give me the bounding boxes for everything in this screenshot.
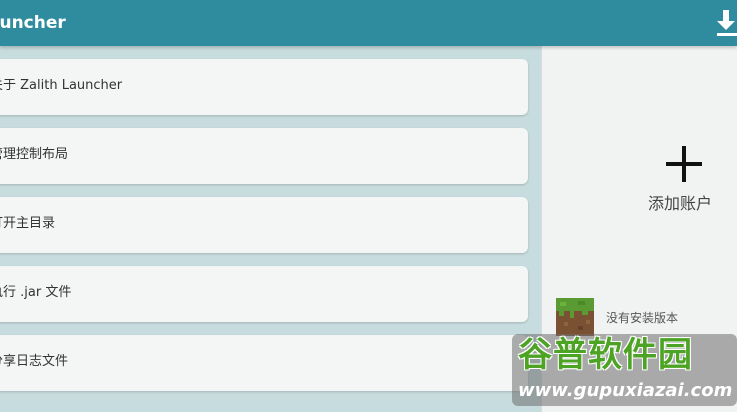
watermark-logo: 谷普软件园 www.gupuxiazai.com (510, 332, 737, 412)
plus-icon (666, 146, 702, 182)
app-title: auncher (0, 13, 66, 33)
menu-item-share-logs[interactable]: 分享日志文件 (0, 335, 528, 391)
version-label: 没有安装版本 (606, 311, 679, 325)
top-app-bar: auncher (0, 0, 737, 46)
add-account-button[interactable]: 添加账户 (630, 136, 737, 266)
launcher-menu-panel: 关于 Zalith Launcher 管理控制布局 打开主目录 执行 .jar … (0, 46, 541, 412)
menu-item-label: 管理控制布局 (0, 147, 69, 162)
menu-item-label: 打开主目录 (0, 216, 56, 231)
menu-item-run-jar[interactable]: 执行 .jar 文件 (0, 266, 528, 322)
add-account-label: 添加账户 (648, 194, 713, 213)
watermark-url: www.gupuxiazai.com (518, 380, 733, 401)
menu-item-about[interactable]: 关于 Zalith Launcher (0, 59, 528, 115)
menu-item-open-home-directory[interactable]: 打开主目录 (0, 197, 528, 253)
grass-block-icon (556, 298, 594, 336)
menu-item-manage-controls[interactable]: 管理控制布局 (0, 128, 528, 184)
download-icon (717, 10, 737, 36)
menu-item-label: 分享日志文件 (0, 354, 69, 369)
download-button[interactable] (715, 8, 737, 38)
menu-item-label: 关于 Zalith Launcher (0, 78, 123, 93)
menu-item-label: 执行 .jar 文件 (0, 285, 72, 300)
watermark-title: 谷普软件园 (518, 335, 693, 375)
